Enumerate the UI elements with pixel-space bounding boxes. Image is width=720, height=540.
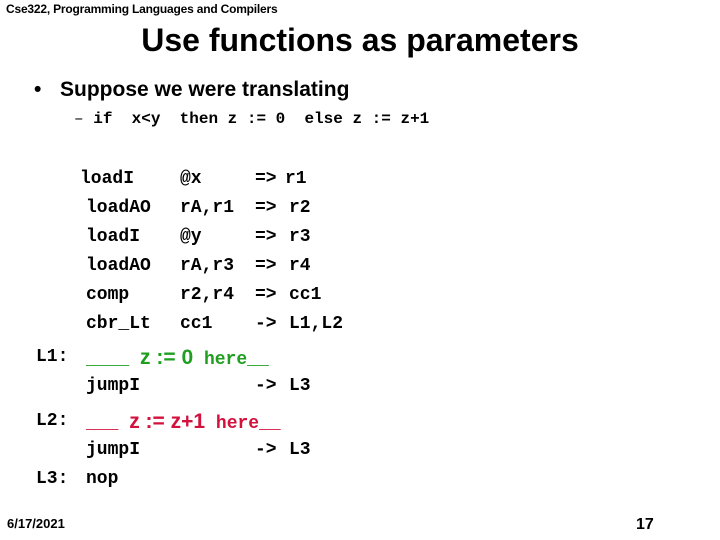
code-line-args: rA,r1 bbox=[180, 198, 245, 218]
bullet-item: • Suppose we were translating bbox=[34, 78, 349, 102]
l2-jump-dest: L3 bbox=[289, 440, 311, 460]
code-line-op: loadI bbox=[86, 227, 141, 247]
code-line-op: loadAO bbox=[86, 198, 151, 218]
code-line-arrow: => bbox=[255, 169, 277, 189]
l2-here: here bbox=[215, 414, 260, 434]
sub-bullet: – if x<y then z := 0 else z := z+1 bbox=[74, 110, 429, 128]
course-header: Cse322, Programming Languages and Compil… bbox=[6, 2, 278, 16]
code-line-args: r2,r4 bbox=[180, 285, 245, 305]
code-line-args: @y bbox=[180, 227, 245, 247]
l2-insert-line: ___ z := z+1 here__ bbox=[86, 407, 281, 439]
code-line-op: loadAO bbox=[86, 256, 151, 276]
l1-insert-text: z := 0 bbox=[140, 346, 194, 369]
code-line-arrow: => bbox=[255, 227, 277, 247]
code-line-arrow: => bbox=[255, 285, 277, 305]
code-line-dest: L1,L2 bbox=[289, 314, 344, 334]
l1-jump-arrow: -> bbox=[255, 376, 277, 396]
code-line-args: @x bbox=[180, 169, 245, 189]
code-line-op: comp bbox=[86, 285, 130, 305]
l1-insert-line: ____ z := 0 here__ bbox=[86, 343, 269, 375]
l2-jump-arrow: -> bbox=[255, 440, 277, 460]
source-statement: if x<y then z := 0 else z := z+1 bbox=[93, 110, 430, 128]
code-line-args: rA,r3 bbox=[180, 256, 245, 276]
code-line-dest: r1 bbox=[285, 169, 307, 189]
label-l2: L2: bbox=[36, 411, 69, 431]
code-line-dest: r3 bbox=[289, 227, 311, 247]
bullet-icon: • bbox=[34, 78, 42, 101]
l1-here: here bbox=[203, 350, 248, 370]
l3-op: nop bbox=[86, 469, 119, 489]
footer-date: 6/17/2021 bbox=[7, 516, 65, 531]
code-line-arrow: -> bbox=[255, 314, 277, 334]
code-line-args: cc1 bbox=[180, 314, 245, 334]
code-line-dest: r4 bbox=[289, 256, 311, 276]
label-l3: L3: bbox=[36, 469, 69, 489]
l2-blank-post: __ bbox=[259, 414, 281, 434]
bullet-text: Suppose we were translating bbox=[60, 78, 350, 101]
l2-insert-text: z := z+1 bbox=[129, 410, 206, 433]
l1-jump-op: jumpI bbox=[86, 376, 141, 396]
l2-jump-op: jumpI bbox=[86, 440, 141, 460]
code-line-op: cbr_Lt bbox=[86, 314, 151, 334]
label-l1: L1: bbox=[36, 347, 69, 367]
page-number: 17 bbox=[636, 516, 654, 533]
slide-title: Use functions as parameters bbox=[141, 22, 579, 58]
l2-blank-pre: ___ bbox=[86, 414, 119, 434]
dash-icon: – bbox=[74, 110, 84, 128]
l1-blank-post: __ bbox=[247, 350, 269, 370]
code-line-arrow: => bbox=[255, 256, 277, 276]
l1-jump-dest: L3 bbox=[289, 376, 311, 396]
code-line-dest: cc1 bbox=[289, 285, 322, 305]
l1-blank-pre: ____ bbox=[86, 350, 130, 370]
code-line-dest: r2 bbox=[289, 198, 311, 218]
code-line-arrow: => bbox=[255, 198, 277, 218]
code-line-op: loadI bbox=[80, 169, 135, 189]
